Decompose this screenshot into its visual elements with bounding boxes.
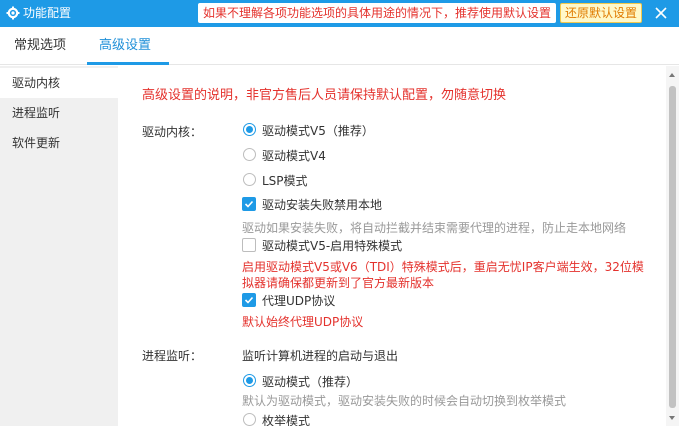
special-mode-description-line1: 启用驱动模式V5或V6（TDI）特殊模式后，重启无忧IP客户端生效，32位模 [242,260,644,274]
tab-advanced[interactable]: 高级设置 [99,27,151,65]
checkbox-disable-local-label[interactable]: 驱动安装失败禁用本地 [262,196,382,213]
settings-content: 高级设置的说明，非官方售后人员请保持默认配置，勿随意切换 驱动内核： 驱动模式V… [118,66,666,426]
checkbox-proxy-udp[interactable] [242,293,256,307]
radio-driver-v4[interactable] [243,148,256,161]
title-bar: 功能配置 如果不理解各项功能选项的具体用途的情况下，推荐使用默认设置 还原默认设… [0,0,679,27]
checkbox-v5-special-mode[interactable] [242,238,256,252]
scroll-up-icon[interactable] [669,73,675,77]
radio-process-driver-label[interactable]: 驱动模式（推荐） [262,373,358,390]
tab-general[interactable]: 常规选项 [14,27,66,65]
process-monitor-label: 进程监听： [142,349,203,363]
scroll-down-icon[interactable] [669,416,675,420]
radio-lsp[interactable] [243,173,256,186]
restore-defaults-button[interactable]: 还原默认设置 [560,3,642,23]
sidebar-item-software-update[interactable]: 软件更新 [0,128,118,158]
checkmark-icon [244,200,254,208]
vertical-scrollbar[interactable] [666,66,679,426]
checkmark-icon [244,296,254,304]
checkbox-disable-local-on-fail[interactable] [242,197,256,211]
checkbox-v5-special-label[interactable]: 驱动模式V5-启用特殊模式 [262,237,402,254]
radio-driver-v5-label[interactable]: 驱动模式V5（推荐） [262,122,374,139]
checkbox-proxy-udp-label[interactable]: 代理UDP协议 [262,292,335,309]
driver-kernel-label: 驱动内核： [142,125,203,139]
scroll-thumb[interactable] [669,86,676,408]
default-settings-notice: 如果不理解各项功能选项的具体用途的情况下，推荐使用默认设置 [198,3,556,23]
radio-lsp-label[interactable]: LSP模式 [262,172,308,189]
sidebar-item-driver-kernel[interactable]: 驱动内核 [0,68,118,98]
radio-driver-v5[interactable] [243,123,256,136]
advanced-warning: 高级设置的说明，非官方售后人员请保持默认配置，勿随意切换 [142,88,507,103]
process-monitor-description: 监听计算机进程的启动与退出 [242,349,399,363]
sidebar-item-process-monitor[interactable]: 进程监听 [0,98,118,128]
gear-icon [6,6,20,20]
disable-local-description: 驱动如果安装失败，将自动拦截并结束需要代理的进程，防止走本地网络 [242,221,627,235]
active-tab-indicator [87,62,169,65]
special-mode-description-line2: 拟器请确保都更新到了官方最新版本 [242,276,435,290]
sidebar: 驱动内核 进程监听 软件更新 [0,66,118,426]
tab-bar: 常规选项 高级设置 [0,27,679,65]
window-title: 功能配置 [23,6,72,20]
radio-process-driver-mode[interactable] [243,374,256,387]
proxy-udp-description: 默认始终代理UDP协议 [242,315,364,329]
radio-driver-v4-label[interactable]: 驱动模式V4 [262,147,326,164]
process-driver-description: 默认为驱动模式，驱动安装失败的时候会自动切换到枚举模式 [242,394,567,408]
close-icon[interactable] [652,4,670,22]
radio-process-enum-mode[interactable] [243,413,256,426]
radio-process-enum-label[interactable]: 枚举模式 [262,412,310,426]
